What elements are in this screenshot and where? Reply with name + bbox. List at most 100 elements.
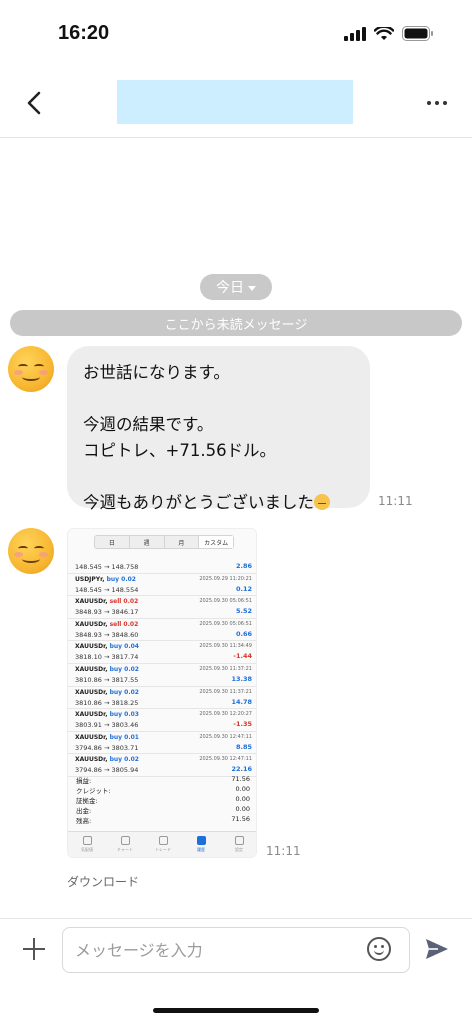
message-line: 今週もありがとうございました [83, 490, 354, 516]
trade-row: XAUUSDr, buy 0.02 3810.86 → 3817.55 2025.0… [68, 664, 256, 687]
app-nav-label: トレード [155, 847, 171, 852]
period-tab: 日 [95, 536, 130, 548]
date-label: 今日 [216, 280, 244, 296]
period-tab: カスタム [199, 536, 233, 548]
chat-header [0, 70, 472, 138]
trade-row: XAUUSDr, buy 0.02 3794.86 → 3805.94 2025.0… [68, 754, 256, 777]
summary-value: 71.56 [231, 815, 250, 823]
sender-avatar[interactable] [8, 528, 54, 574]
summary-label: 損益: [76, 777, 92, 785]
app-nav-icon [234, 836, 244, 845]
trade-datetime: 2025.09.30 12:20:27 [199, 711, 252, 718]
summary-row: 損益: 71.56 [68, 775, 256, 785]
download-link[interactable]: ダウンロード [67, 873, 139, 890]
send-icon[interactable] [424, 936, 450, 962]
trade-row: 148.545 → 148.758 2.86 [68, 551, 256, 574]
status-icons [344, 26, 434, 41]
emoji-icon[interactable] [367, 937, 391, 961]
summary-value: 0.00 [235, 795, 250, 803]
message-input[interactable] [62, 927, 410, 973]
app-nav-icon [120, 836, 130, 845]
app-nav-label: 設定 [235, 847, 243, 852]
trade-side: buy 0.02 [106, 575, 136, 583]
summary-label: 出金: [76, 807, 92, 815]
wifi-icon [374, 26, 394, 40]
trade-profit: -1.35 [233, 720, 252, 729]
chat-area[interactable]: 今日 ここから未読メッセージ お世話になります。 今週の結果です。 コピトレ、+… [0, 138, 472, 918]
period-tab: 週 [130, 536, 165, 548]
status-bar: 16:20 [0, 0, 472, 70]
trade-prices: 148.545 → 148.554 [75, 585, 139, 594]
trade-symbol: XAUUSDr, buy 0.02 [75, 665, 139, 673]
trade-symbol: XAUUSDr, sell 0.02 [75, 598, 139, 606]
trade-profit: 22.16 [231, 765, 252, 774]
trade-history-image[interactable]: 日 週 月 カスタム 148.545 → 148.758 2.86 USDJPYr,… [67, 528, 257, 858]
app-nav-icon [82, 836, 92, 845]
trade-side: buy 0.02 [109, 688, 139, 696]
summary-row: 残高: 71.56 [68, 815, 256, 825]
app-nav-item: 気配値 [68, 832, 106, 857]
trade-profit: 14.78 [231, 697, 252, 706]
trade-symbol: USDJPYr, buy 0.02 [75, 575, 136, 583]
trade-profit: 13.38 [231, 674, 252, 683]
trade-profit: 0.12 [235, 584, 252, 593]
trade-row: XAUUSDr, buy 0.01 3794.86 → 3803.71 2025.0… [68, 732, 256, 755]
message-line: 今週の結果です。 [83, 415, 214, 434]
trade-prices: 3810.86 → 3817.55 [75, 675, 139, 684]
trade-prices: 3810.86 → 3818.25 [75, 698, 139, 707]
trade-symbol: XAUUSDr, buy 0.01 [75, 733, 139, 741]
more-options-button[interactable] [422, 88, 452, 118]
app-tab-bar: 気配値 チャート トレード 履歴 設定 [68, 831, 256, 857]
trade-symbol: XAUUSDr, buy 0.02 [75, 756, 139, 764]
message-line: コピトレ、+71.56ドル。 [83, 441, 277, 460]
app-nav-item: トレード [144, 832, 182, 857]
trade-symbol: XAUUSDr, buy 0.03 [75, 711, 139, 719]
dot-icon [427, 101, 431, 105]
sender-avatar[interactable] [8, 346, 54, 392]
trade-row: XAUUSDr, buy 0.03 3803.91 → 3803.46 2025.0… [68, 709, 256, 732]
app-nav-label: チャート [117, 847, 133, 852]
period-tab: 月 [165, 536, 200, 548]
trade-datetime: 2025.09.30 12:47:11 [199, 733, 252, 740]
dot-icon [443, 101, 447, 105]
trade-row: XAUUSDr, sell 0.02 3848.93 → 3846.17 2025.… [68, 596, 256, 619]
summary-label: 残高: [76, 817, 92, 825]
summary-label: クレジット: [76, 787, 111, 795]
account-summary: 損益: 71.56 クレジット: 0.00 証拠金: 0.00 出金: 0.00 残高: 71.5… [68, 775, 256, 825]
app-nav-label: 履歴 [197, 847, 205, 852]
app-nav-label: 気配値 [81, 847, 93, 852]
trade-profit: 8.85 [235, 742, 252, 751]
trade-side: sell 0.02 [109, 620, 139, 628]
trade-datetime: 2025.09.30 11:37:21 [199, 688, 252, 695]
trade-prices: 148.545 → 148.758 [75, 563, 139, 571]
app-nav-icon [158, 836, 168, 845]
summary-label: 証拠金: [76, 797, 98, 805]
date-selector[interactable]: 今日 [200, 274, 272, 300]
trade-prices: 3848.93 → 3846.17 [75, 608, 139, 617]
trade-symbol: XAUUSDr, sell 0.02 [75, 620, 139, 628]
contact-name-redacted [117, 80, 353, 124]
trade-side: buy 0.01 [109, 733, 139, 741]
battery-icon [402, 26, 433, 41]
trade-datetime: 2025.09.30 05:06:51 [199, 620, 252, 627]
message-time: 11:11 [378, 494, 413, 508]
tired-face-emoji-icon [314, 494, 330, 510]
summary-row: 証拠金: 0.00 [68, 795, 256, 805]
back-arrow-icon[interactable] [20, 88, 50, 118]
app-nav-item: 設定 [220, 832, 256, 857]
trade-prices: 3818.10 → 3817.74 [75, 653, 139, 662]
trade-side: buy 0.03 [109, 711, 139, 719]
home-indicator [153, 1008, 319, 1013]
plus-icon[interactable] [22, 937, 46, 961]
trade-profit: 0.66 [235, 629, 252, 638]
trade-row: USDJPYr, buy 0.02 148.545 → 148.554 2025.0… [68, 574, 256, 597]
message-input-bar [0, 918, 472, 988]
trade-row: XAUUSDr, buy 0.04 3818.10 → 3817.74 2025.0… [68, 641, 256, 664]
trade-datetime: 2025.09.30 11:34:49 [199, 643, 252, 650]
message-bubble[interactable]: お世話になります。 今週の結果です。 コピトレ、+71.56ドル。 今週もありが… [67, 346, 370, 512]
status-time: 16:20 [58, 22, 110, 44]
app-nav-icon [196, 836, 206, 845]
summary-value: 0.00 [235, 785, 250, 793]
app-nav-item: チャート [106, 832, 144, 857]
dot-icon [435, 101, 439, 105]
